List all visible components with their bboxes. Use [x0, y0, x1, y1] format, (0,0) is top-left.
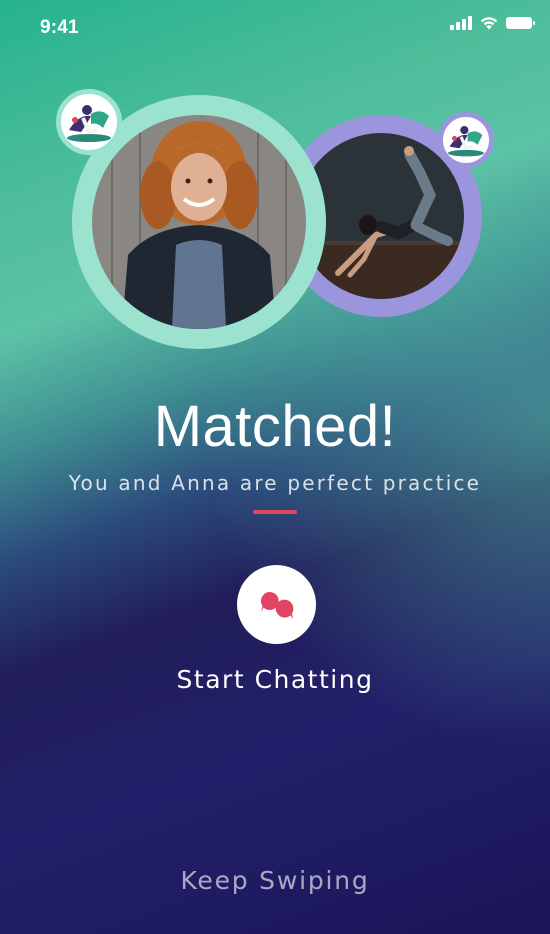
match-subtitle: You and Anna are perfect practice: [68, 471, 482, 495]
accent-divider: [253, 510, 297, 514]
signal-icon: [450, 16, 472, 30]
start-chatting-button[interactable]: [237, 565, 316, 644]
start-chatting-label[interactable]: Start Chatting: [0, 665, 550, 694]
chat-bubbles-icon: [260, 591, 293, 619]
woman-portrait-photo: [92, 115, 306, 329]
status-icons: [450, 16, 535, 30]
wifi-icon: [480, 17, 498, 30]
status-bar: 9:41: [0, 0, 550, 56]
match-title: Matched!: [153, 394, 397, 459]
battery-icon: [506, 17, 535, 29]
user-avatar-portrait[interactable]: [92, 115, 306, 329]
status-time: 9:41: [40, 17, 79, 38]
yoga-illustration-icon: [438, 112, 494, 168]
keep-swiping-link[interactable]: Keep Swiping: [0, 866, 550, 895]
yoga-illustration-icon: [56, 89, 122, 155]
